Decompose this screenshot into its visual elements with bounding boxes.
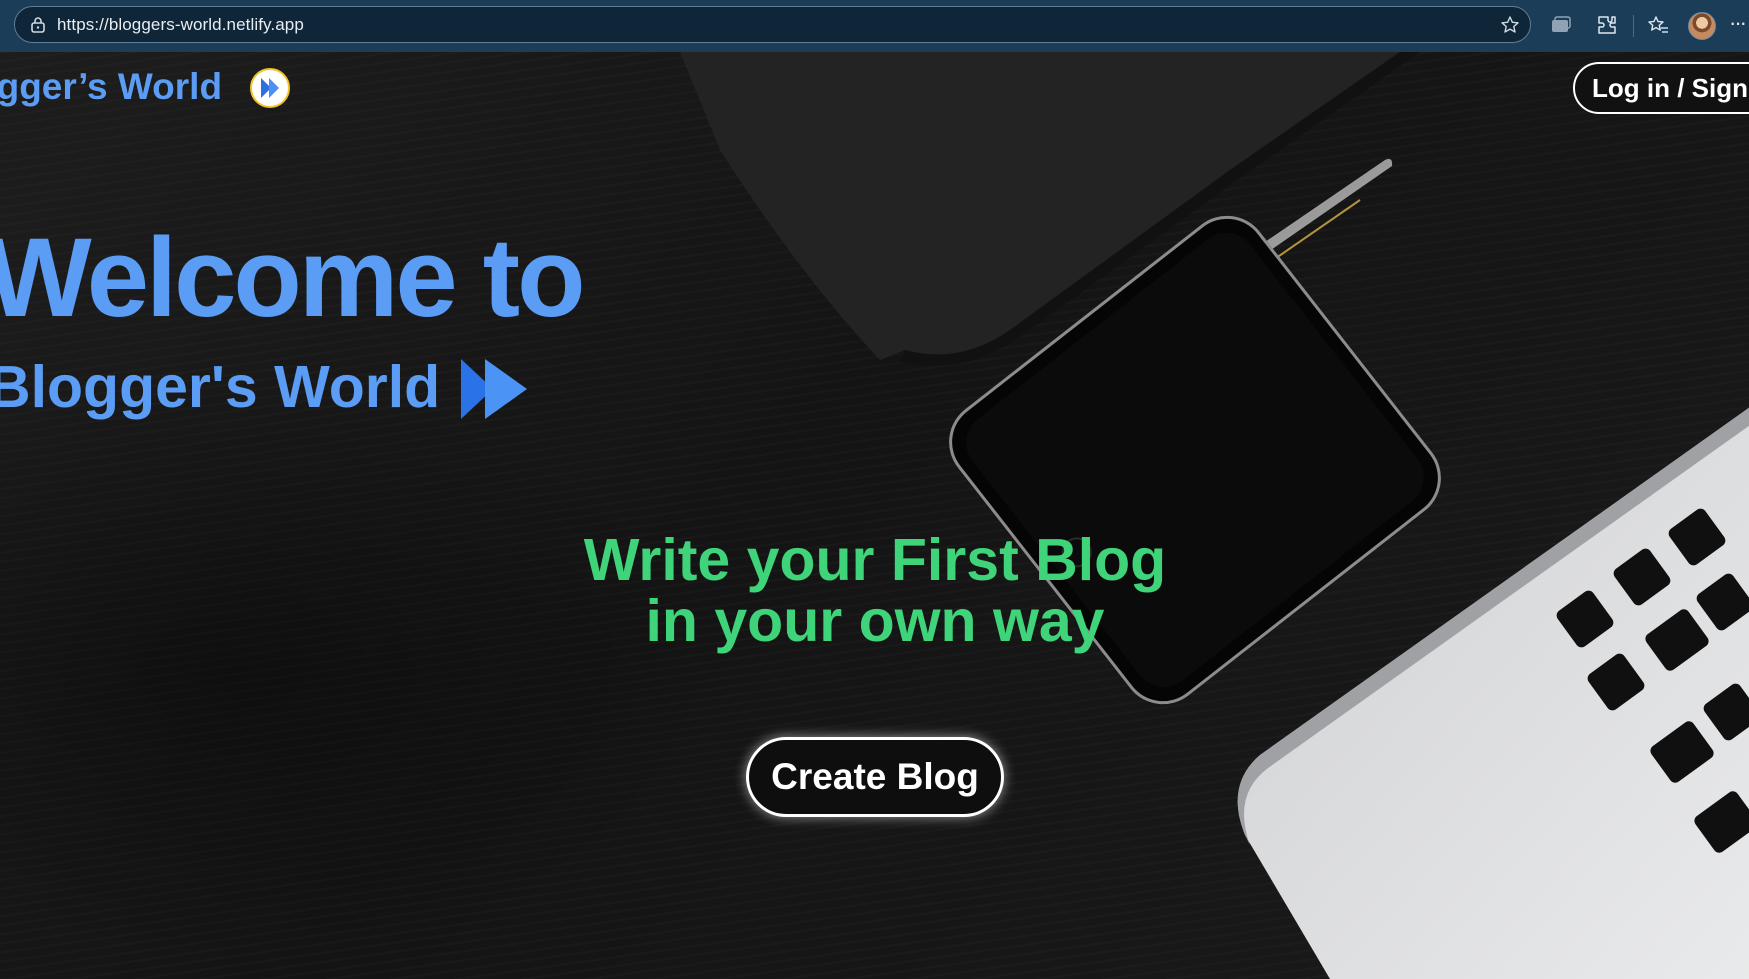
extensions-icon[interactable]: [1596, 14, 1618, 36]
profile-avatar[interactable]: [1688, 12, 1716, 40]
tagline-line-1: Write your First Blog: [583, 527, 1167, 593]
logo-play-icon[interactable]: [249, 67, 291, 109]
toolbar-separator: [1633, 15, 1634, 37]
create-blog-button[interactable]: Create Blog: [746, 737, 1004, 817]
hero-tagline: Write your First Blog in your own way: [575, 527, 1175, 655]
more-icon[interactable]: ···: [1729, 10, 1747, 36]
tagline-line-2: in your own way: [645, 588, 1105, 655]
star-icon[interactable]: [1500, 15, 1520, 35]
hero-brand-name: Blogger's World: [0, 354, 441, 420]
brand-arrow-icon: [461, 359, 527, 419]
hero-heading: Welcome to: [0, 215, 585, 340]
login-signup-button[interactable]: Log in / Sign: [1573, 62, 1749, 114]
tab-collection-icon[interactable]: [1550, 14, 1572, 36]
address-bar[interactable]: https://bloggers-world.netlify.app: [14, 6, 1531, 43]
lock-icon[interactable]: [29, 16, 47, 34]
favorites-icon[interactable]: [1647, 14, 1669, 36]
site-logo-text[interactable]: ogger’s World: [0, 66, 222, 108]
hero-background-image: [680, 52, 1749, 979]
page-viewport: ogger’s World Log in / Sign Welcome to B…: [0, 52, 1749, 979]
browser-toolbar: https://bloggers-world.netlify.app ···: [0, 0, 1749, 52]
url-text[interactable]: https://bloggers-world.netlify.app: [57, 15, 304, 35]
